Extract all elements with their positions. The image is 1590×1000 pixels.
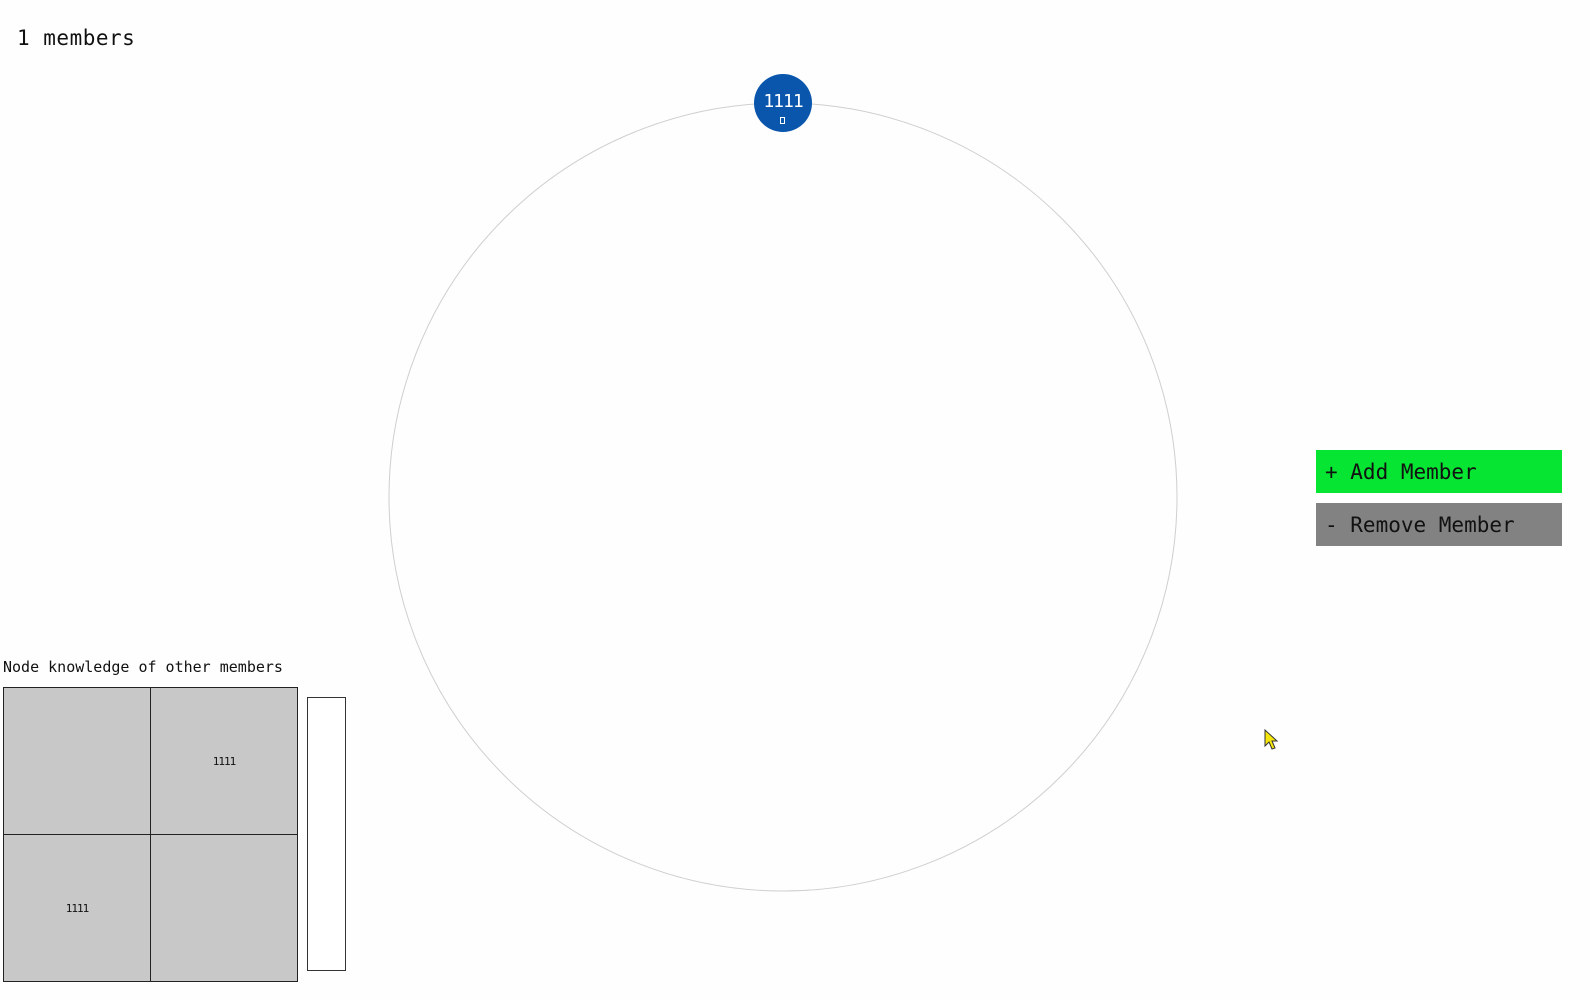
- ring-circle: [388, 102, 1178, 892]
- matrix-cell: [4, 688, 150, 834]
- matrix-cell: 1111: [4, 835, 150, 981]
- node-status-marker: [780, 117, 785, 124]
- knowledge-matrix: 1111 1111: [3, 687, 298, 982]
- add-member-button[interactable]: + Add Member: [1316, 450, 1562, 493]
- ring-node-id: 1111: [763, 91, 803, 112]
- matrix-cell: [151, 835, 297, 981]
- matrix-cell: 1111: [151, 688, 297, 834]
- simulation-canvas: 1 members 1111 + Add Member - Remove Mem…: [0, 0, 1590, 1000]
- knowledge-scale-bar: [307, 697, 346, 971]
- ring-node[interactable]: 1111: [754, 74, 812, 132]
- remove-member-button[interactable]: - Remove Member: [1316, 503, 1562, 546]
- mouse-pointer-icon: [1264, 729, 1279, 750]
- knowledge-panel-title: Node knowledge of other members: [3, 658, 283, 676]
